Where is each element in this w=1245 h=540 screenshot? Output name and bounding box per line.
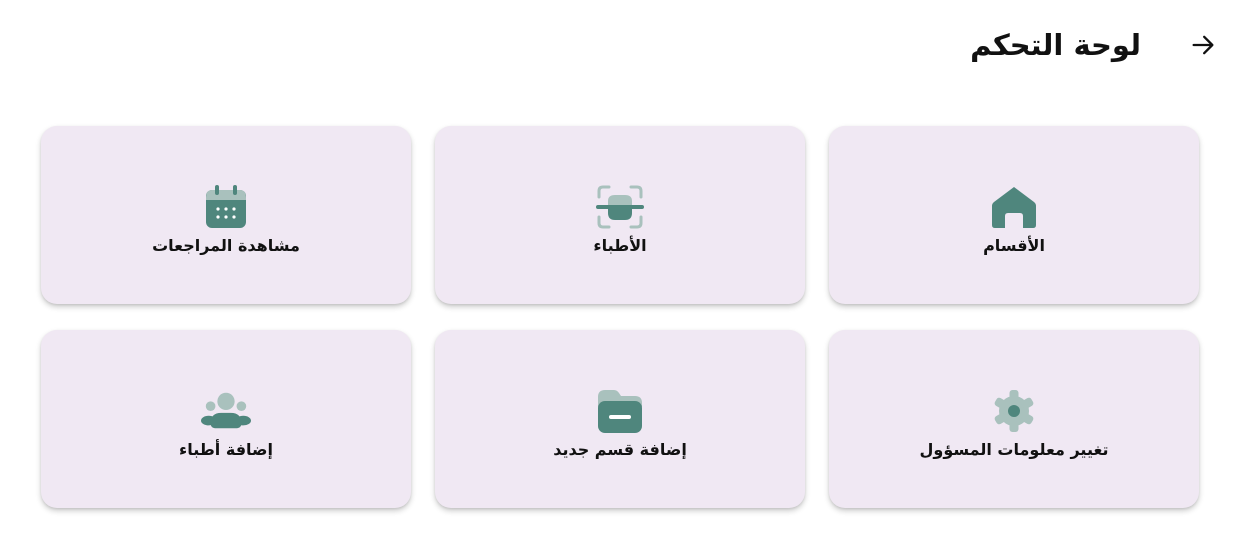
arrow-back-icon <box>1192 35 1214 55</box>
card-label: إضافة أطباء <box>179 439 273 459</box>
home-icon <box>989 182 1039 232</box>
card-label: مشاهدة المراجعات <box>152 235 300 255</box>
header: لوحة التحكم <box>970 20 1225 70</box>
card-label: إضافة قسم جديد <box>553 439 687 459</box>
calendar-icon <box>201 182 251 232</box>
card-view-appointments[interactable]: مشاهدة المراجعات <box>41 126 411 304</box>
card-add-doctors[interactable]: إضافة أطباء <box>41 330 411 508</box>
card-doctors[interactable]: الأطباء <box>435 126 805 304</box>
gear-icon <box>989 386 1039 436</box>
card-label: الأقسام <box>983 235 1045 255</box>
card-departments[interactable]: الأقسام <box>829 126 1199 304</box>
card-add-department[interactable]: إضافة قسم جديد <box>435 330 805 508</box>
face-scan-icon <box>595 182 645 232</box>
dashboard-grid: الأقسام الأطباء مشاهدة المراجعات تغيير م… <box>40 126 1199 508</box>
dashboard-page: لوحة التحكم الأقسام الأطباء مشاهدة المرا… <box>0 0 1245 540</box>
card-change-admin-info[interactable]: تغيير معلومات المسؤول <box>829 330 1199 508</box>
page-title: لوحة التحكم <box>970 28 1141 62</box>
folder-minus-icon <box>595 386 645 436</box>
back-button[interactable] <box>1181 23 1225 67</box>
card-label: تغيير معلومات المسؤول <box>919 439 1109 459</box>
card-label: الأطباء <box>593 235 647 255</box>
users-group-icon <box>201 386 251 436</box>
